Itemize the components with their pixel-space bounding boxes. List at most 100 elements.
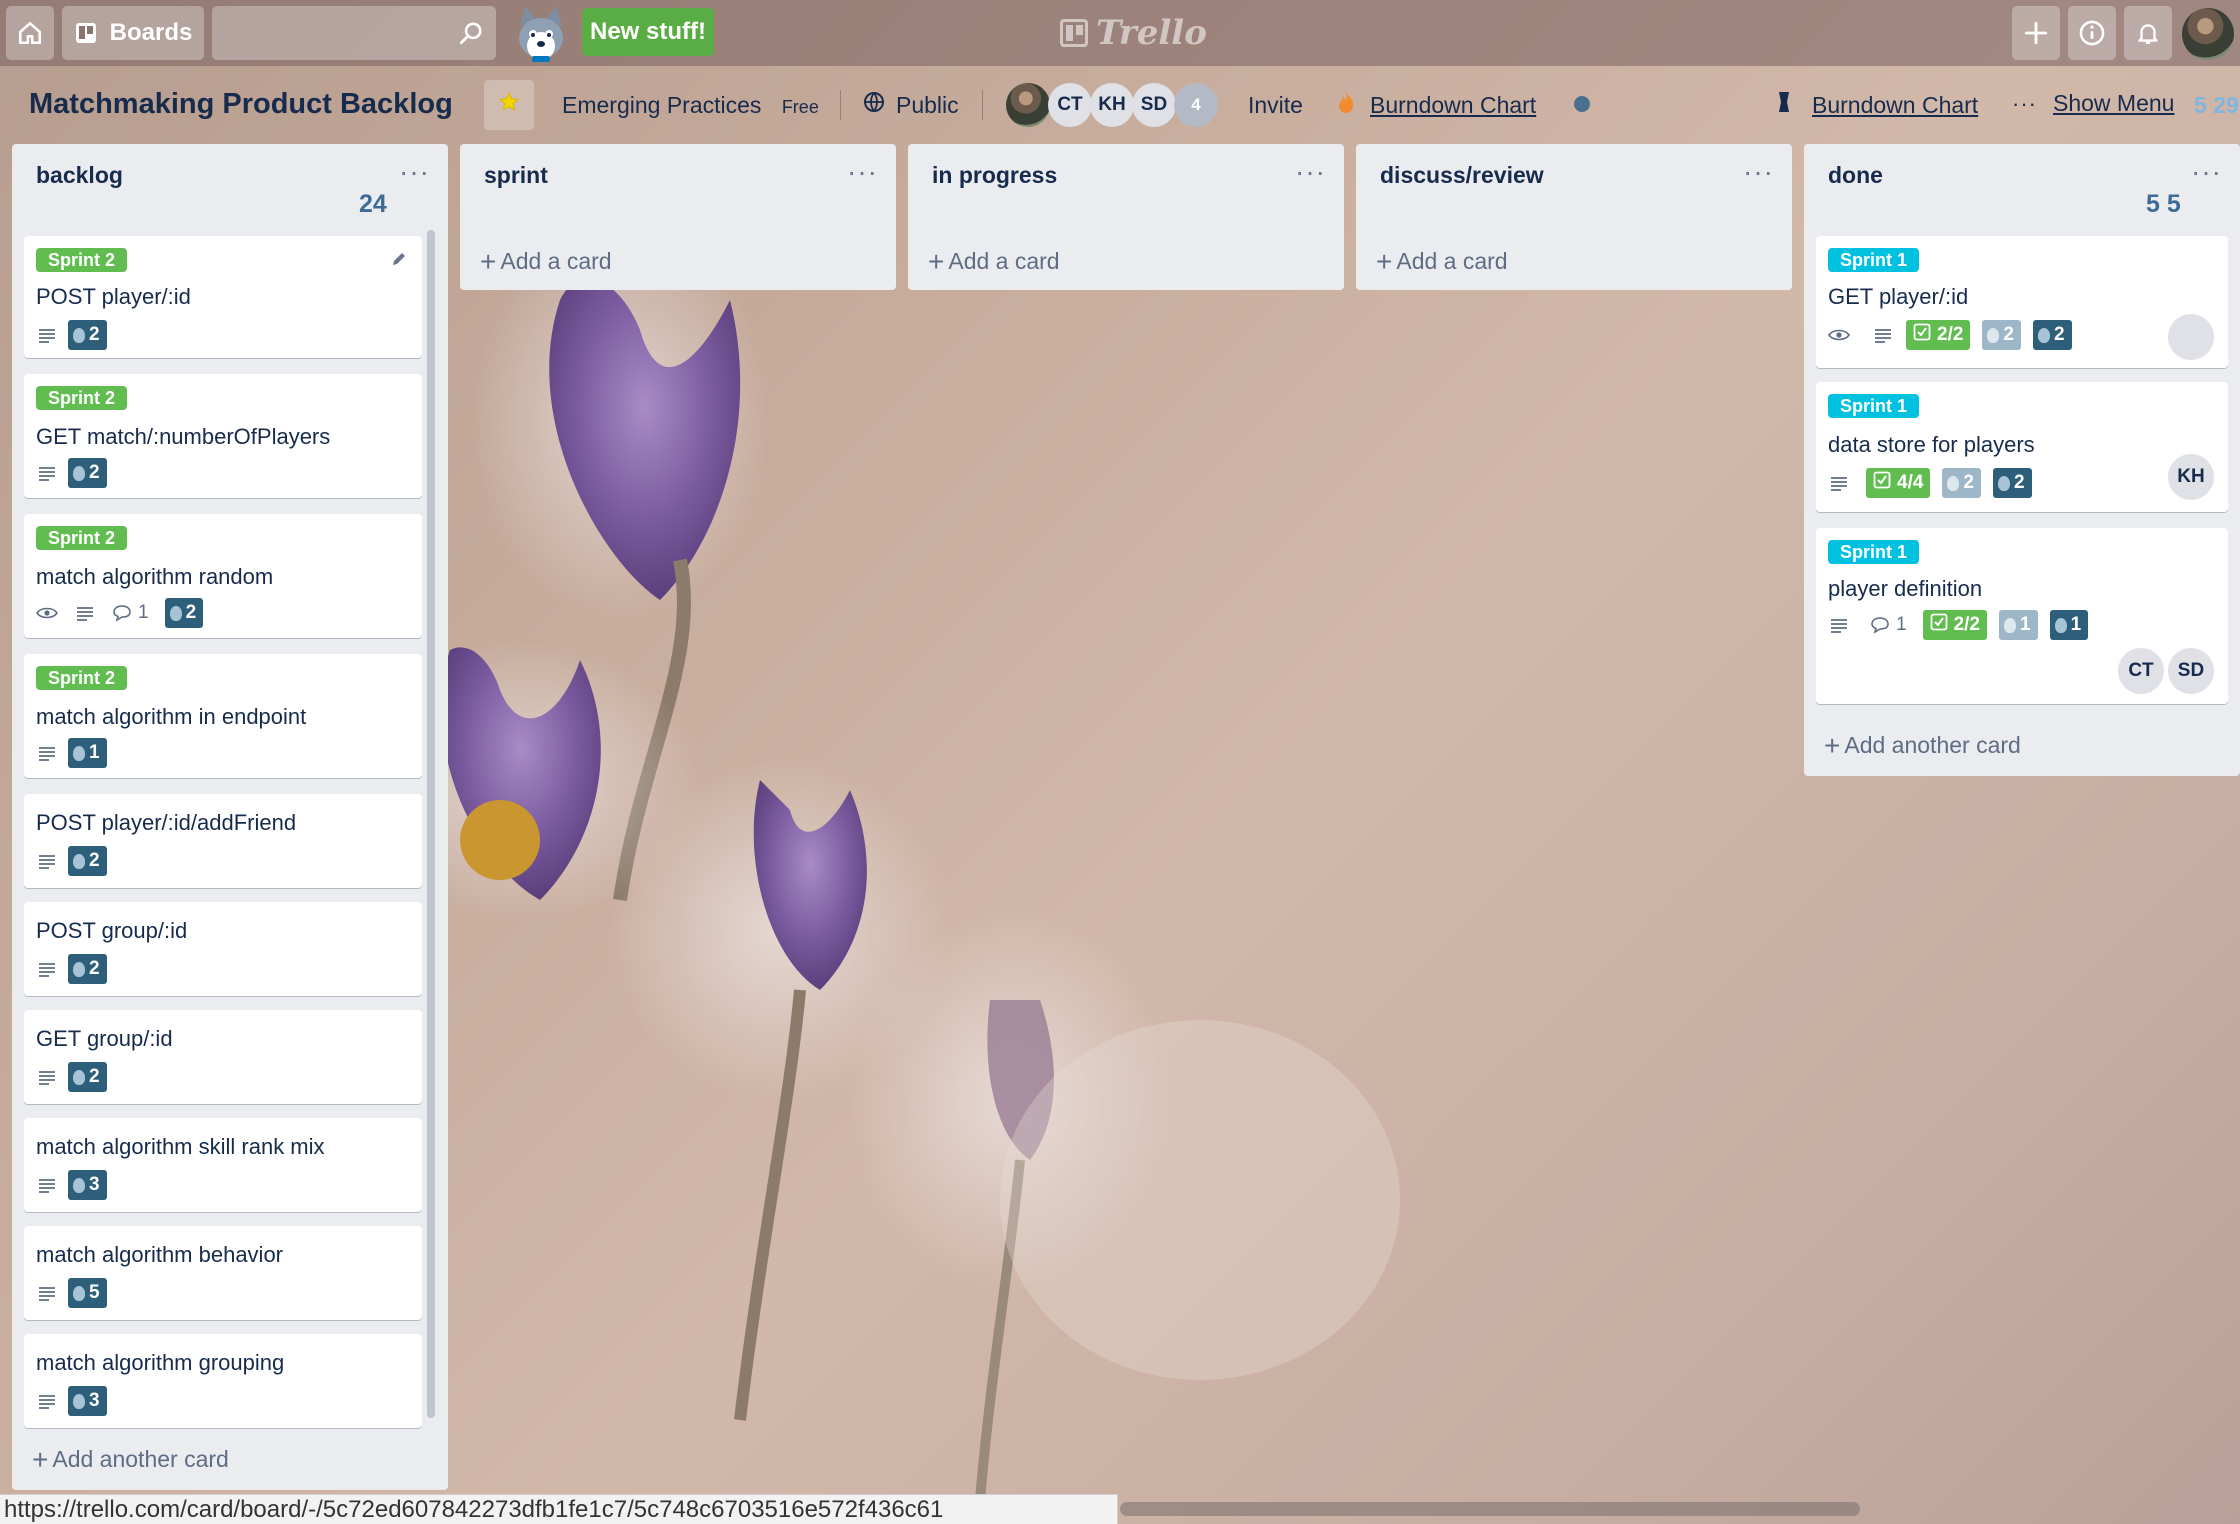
card[interactable]: Sprint 2 GET match/:numberOfPlayers 2: [24, 374, 422, 498]
card-member-avatar[interactable]: SD: [2168, 648, 2214, 694]
invite-button[interactable]: Invite: [1248, 92, 1303, 119]
list-done: done ··· 5 5 Sprint 1 GET player/:id 2/2…: [1804, 144, 2240, 776]
card-badges: 2: [36, 954, 107, 984]
member-avatar-photo[interactable]: [1006, 83, 1050, 127]
more-members-badge[interactable]: 4: [1174, 83, 1218, 127]
boards-button[interactable]: Boards: [62, 6, 204, 60]
estimate-icon: [73, 327, 85, 343]
checklist-icon: [1873, 471, 1891, 495]
card[interactable]: POST player/:id/addFriend 2: [24, 794, 422, 888]
card[interactable]: GET group/:id 2: [24, 1010, 422, 1104]
add-another-card-button[interactable]: + Add another card: [1824, 730, 2021, 762]
estimate-badge: 3: [68, 1170, 107, 1200]
board-header: Matchmaking Product Backlog Emerging Pra…: [0, 66, 2240, 144]
burndown-powerup-right[interactable]: Burndown Chart: [1776, 90, 1978, 120]
burndown-chart-link[interactable]: Burndown Chart: [1370, 92, 1536, 119]
card-label: Sprint 1: [1828, 540, 1920, 564]
card[interactable]: Sprint 1 data store for players 4/4 2 2 …: [1816, 382, 2228, 512]
card-member-avatar[interactable]: [2168, 314, 2214, 360]
board-title[interactable]: Matchmaking Product Backlog: [29, 88, 453, 121]
plus-icon: [2023, 20, 2049, 46]
status-bar-url: https://trello.com/card/board/-/5c72ed60…: [0, 1494, 1118, 1524]
partial-value-text: 5 29: [2194, 92, 2239, 118]
search-field[interactable]: [212, 6, 496, 60]
notifications-button[interactable]: [2124, 6, 2172, 60]
card[interactable]: match algorithm grouping 3: [24, 1334, 422, 1428]
checklist-badge: 4/4: [1866, 468, 1931, 498]
board-horizontal-scrollbar[interactable]: [1120, 1502, 1860, 1516]
trello-logo-text: Trello: [1096, 13, 1207, 53]
home-button[interactable]: [6, 6, 54, 60]
list-menu-button[interactable]: ···: [399, 158, 430, 186]
add-card-button[interactable]: + Add a card: [1376, 246, 1508, 278]
card[interactable]: Sprint 2 match algorithm random 1 2: [24, 514, 422, 638]
burndown-icon: [1776, 90, 1792, 120]
estimate-badge: 2: [68, 954, 107, 984]
add-another-card-button[interactable]: + Add another card: [32, 1444, 229, 1476]
team-plan-badge: Free: [781, 97, 819, 117]
list-title[interactable]: in progress: [932, 162, 1057, 189]
search-input[interactable]: [212, 6, 452, 60]
plus-icon: +: [480, 246, 497, 277]
pencil-icon[interactable]: [390, 250, 408, 273]
description-icon: [1872, 325, 1894, 345]
star-icon: [497, 90, 521, 120]
card[interactable]: match algorithm skill rank mix 3: [24, 1118, 422, 1212]
card[interactable]: POST group/:id 2: [24, 902, 422, 996]
search-icon[interactable]: [458, 20, 484, 51]
estimate-icon: [73, 1177, 85, 1193]
trello-logo[interactable]: Trello: [1060, 12, 1207, 54]
member-avatar[interactable]: KH: [1090, 83, 1134, 127]
card[interactable]: match algorithm behavior 5: [24, 1226, 422, 1320]
card-title: player definition: [1828, 576, 1983, 601]
bell-icon: [2135, 20, 2161, 46]
visibility-button[interactable]: Public: [862, 90, 959, 120]
list-backlog: backlog ··· 24 Sprint 2 POST player/:id …: [12, 144, 448, 1490]
add-card-button[interactable]: + Add a card: [480, 246, 612, 278]
description-icon: [36, 1391, 58, 1411]
add-card-button[interactable]: + Add a card: [928, 246, 1060, 278]
team-button[interactable]: Emerging Practices Free: [562, 92, 819, 119]
new-stuff-button[interactable]: New stuff!: [582, 8, 714, 56]
member-avatar[interactable]: SD: [1132, 83, 1176, 127]
info-button[interactable]: [2068, 6, 2116, 60]
list-title[interactable]: backlog: [36, 162, 123, 189]
card[interactable]: Sprint 2 POST player/:id 2: [24, 236, 422, 358]
list-menu-button[interactable]: ···: [1295, 158, 1326, 186]
checklist-icon: [1913, 323, 1931, 347]
home-icon: [17, 20, 43, 46]
burndown-powerup-left[interactable]: Burndown Chart: [1336, 90, 1536, 120]
card-title: match algorithm random: [36, 564, 274, 589]
card[interactable]: Sprint 2 match algorithm in endpoint 1: [24, 654, 422, 778]
card-badges: 1 2: [36, 598, 204, 628]
list-title[interactable]: done: [1828, 162, 1883, 189]
card-badges: 2: [36, 846, 107, 876]
card-label: Sprint 2: [36, 248, 128, 272]
user-avatar[interactable]: [2182, 8, 2234, 60]
description-icon: [36, 1283, 58, 1303]
card[interactable]: Sprint 1 player definition 1 2/2 1 1 CT …: [1816, 528, 2228, 704]
estimate-badge: 2: [2033, 320, 2072, 350]
create-button[interactable]: [2012, 6, 2060, 60]
show-menu-button[interactable]: ··· Show Menu: [2012, 90, 2174, 117]
list-menu-button[interactable]: ···: [2191, 158, 2222, 186]
ellipsis-icon: ···: [2012, 90, 2037, 116]
star-board-button[interactable]: [484, 80, 534, 130]
card-title: POST group/:id: [36, 918, 188, 943]
burndown-chart-link[interactable]: Burndown Chart: [1812, 92, 1978, 119]
list-title[interactable]: discuss/review: [1380, 162, 1544, 189]
card-member-avatar[interactable]: CT: [2118, 648, 2164, 694]
plus-icon: +: [32, 1444, 49, 1475]
plus-icon: +: [928, 246, 945, 277]
card-member-avatar[interactable]: KH: [2168, 454, 2214, 500]
member-avatar[interactable]: CT: [1048, 83, 1092, 127]
list-menu-button[interactable]: ···: [847, 158, 878, 186]
list-menu-button[interactable]: ···: [1743, 158, 1774, 186]
estimate-icon: [2038, 327, 2050, 343]
comments-badge: 1: [1870, 614, 1907, 636]
card-badges: 5: [36, 1278, 107, 1308]
list-scrollbar[interactable]: [427, 230, 435, 1418]
card[interactable]: Sprint 1 GET player/:id 2/2 2 2: [1816, 236, 2228, 368]
info-icon: [2078, 19, 2106, 47]
list-title[interactable]: sprint: [484, 162, 548, 189]
